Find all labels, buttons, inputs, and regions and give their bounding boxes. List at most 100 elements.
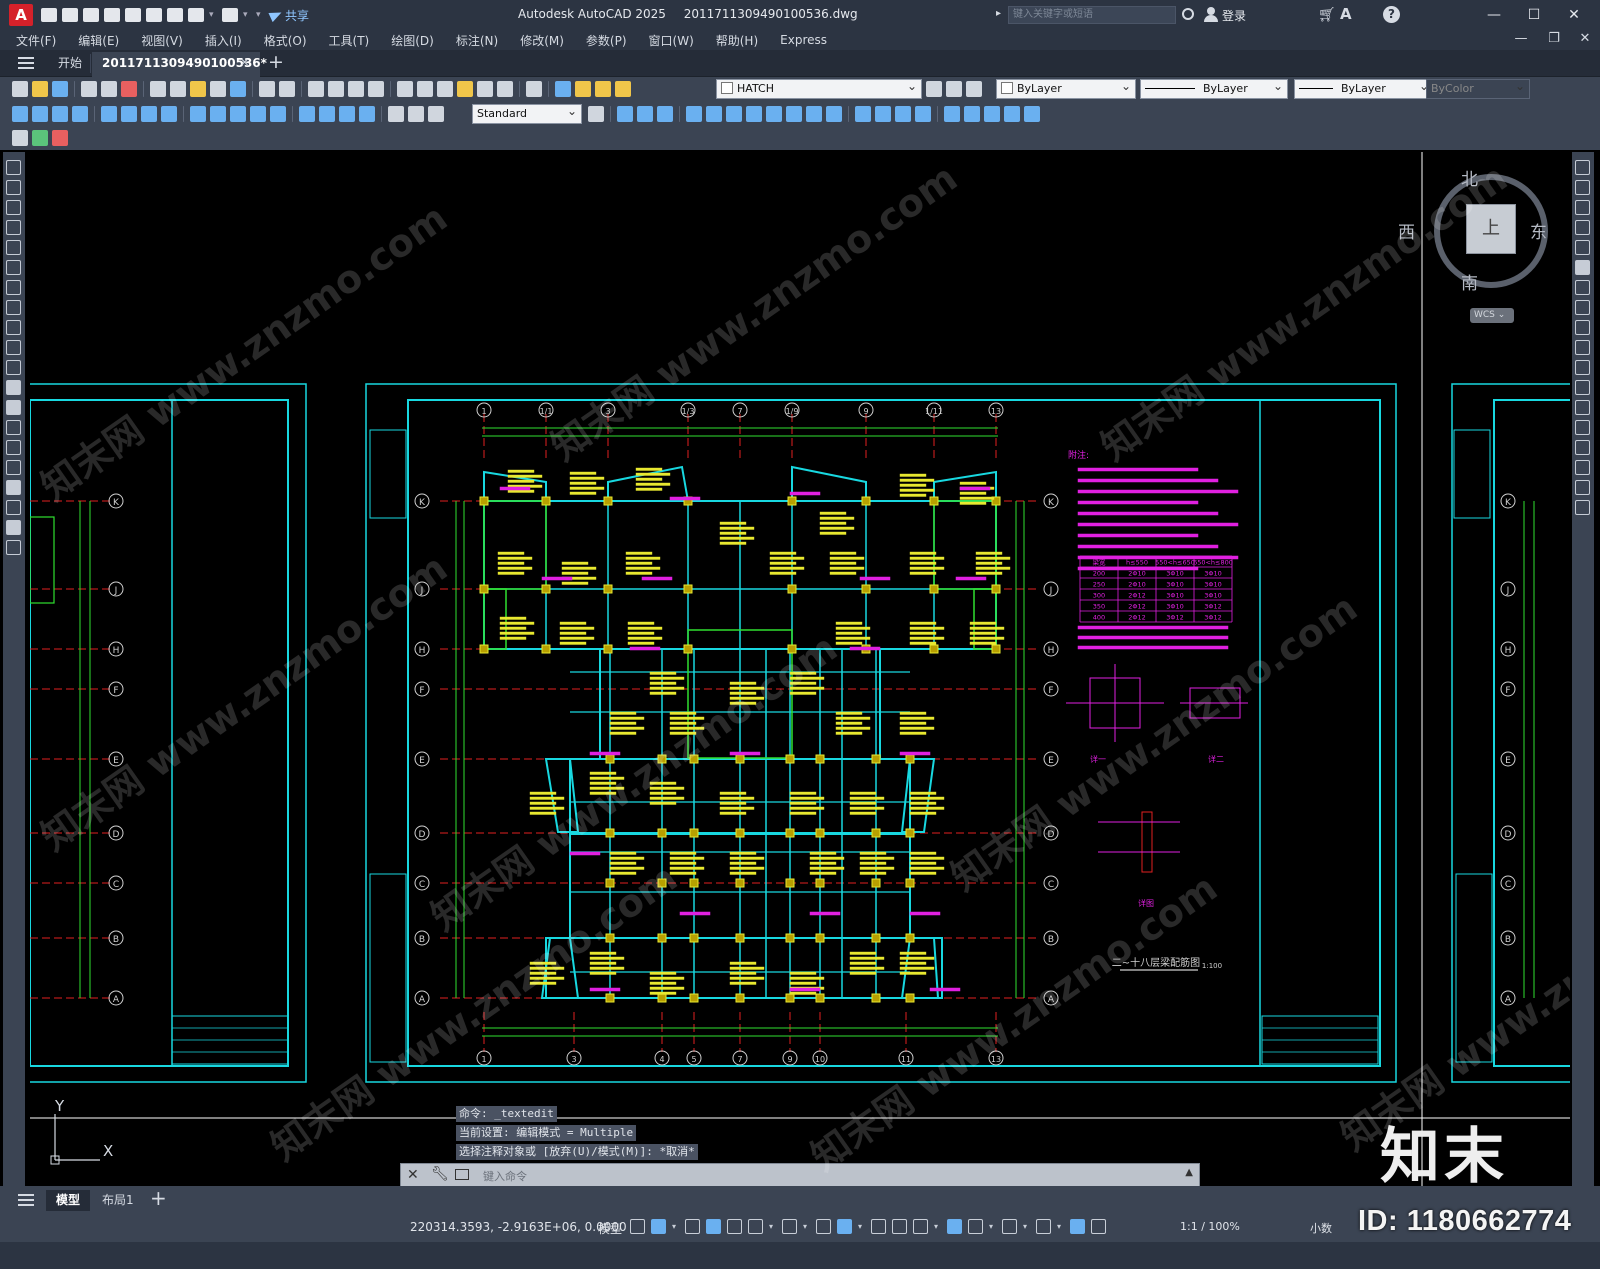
ellipse-icon[interactable] [6,340,21,355]
intersect-icon[interactable] [826,106,842,122]
new-file-icon[interactable] [41,8,57,22]
help-icon[interactable]: ? [1383,6,1400,23]
web-open-icon[interactable] [125,8,141,22]
block-editor-icon[interactable] [230,81,246,97]
color-dropdown[interactable]: ByLayer [996,79,1136,99]
snap-dropdown-icon[interactable]: ▾ [672,1219,679,1234]
new-tab-button[interactable]: + [268,51,284,73]
layer-dropdown[interactable]: HATCH [716,79,922,99]
open-file-icon[interactable] [62,8,78,22]
doc-close-button[interactable]: ✕ [1576,31,1594,46]
dim-style-dropdown[interactable]: Standard [472,104,582,124]
layer-on-icon[interactable] [575,81,591,97]
3d-array-icon[interactable] [915,106,931,122]
linear-dim-icon[interactable] [12,106,28,122]
plot-tool-icon[interactable] [81,81,97,97]
send-to-back-icon[interactable] [32,130,48,146]
autodesk-app-store-icon[interactable]: A [1340,5,1352,23]
match-properties-icon[interactable] [210,81,226,97]
dim-update-icon[interactable] [428,106,444,122]
subtract-icon[interactable] [806,106,822,122]
add-selected-icon[interactable] [6,540,21,555]
extrude-icon[interactable] [686,106,702,122]
continue-dim-icon[interactable] [230,106,246,122]
menu-item[interactable]: 绘图(D) [391,32,434,49]
circle-icon[interactable] [6,280,21,295]
design-center-icon[interactable] [417,81,433,97]
3d-rotate-icon[interactable] [875,106,891,122]
selection-filter-icon[interactable] [1002,1219,1017,1234]
save-tool-icon[interactable] [52,81,68,97]
copy-icon[interactable] [170,81,186,97]
filter-dropdown-icon[interactable]: ▾ [1023,1219,1030,1234]
doc-minimize-button[interactable]: — [1512,31,1530,46]
redo-tool-icon[interactable] [279,81,295,97]
convert-solid-icon[interactable] [984,106,1000,122]
dim-break-icon[interactable] [270,106,286,122]
maximize-button[interactable]: ☐ [1522,4,1546,26]
tab-layout1[interactable]: 布局1 [92,1190,144,1211]
angular-dim-icon[interactable] [161,106,177,122]
make-block-icon[interactable] [6,400,21,415]
viewcube-north[interactable]: 北 [1461,165,1478,190]
blend-curves-icon[interactable] [1575,480,1590,495]
zoom-previous-icon[interactable] [368,81,384,97]
model-space-toggle[interactable]: 模型 [598,1220,622,1237]
object-snap-icon[interactable] [837,1219,852,1234]
undo-icon[interactable] [188,8,204,22]
menu-item[interactable]: Express [780,33,827,47]
snap-mode-icon[interactable] [651,1219,666,1234]
annotation-scale[interactable]: 1:1 / 100% [1180,1220,1240,1233]
point-icon[interactable] [6,420,21,435]
offset-icon[interactable] [1575,220,1590,235]
baseline-dim-icon[interactable] [210,106,226,122]
command-prompt-icon[interactable] [455,1169,469,1180]
drawing-canvas[interactable]: K K K K J J J J H H H H F F F F E E E E D D D D C C C C B B B B A A A A 1 1/1… [30,152,1570,1186]
insert-block-icon[interactable] [6,380,21,395]
mirror-icon[interactable] [1575,200,1590,215]
ucs-dropdown-icon[interactable]: ▾ [989,1219,996,1234]
linetype-dropdown[interactable]: ByLayer [1140,79,1288,99]
layer-properties-icon[interactable] [555,81,571,97]
array-icon[interactable] [1575,240,1590,255]
polar-dropdown-icon[interactable]: ▾ [769,1219,776,1234]
infer-constraints-icon[interactable] [685,1219,700,1234]
hatch-icon[interactable] [6,440,21,455]
ortho-icon[interactable] [727,1219,742,1234]
save-as-icon[interactable] [104,8,120,22]
inspection-icon[interactable] [339,106,355,122]
units-display[interactable]: 小数 [1310,1220,1332,1236]
paste-icon[interactable] [190,81,206,97]
tab-close-icon[interactable]: ✕ [240,56,249,69]
selection-dropdown-icon[interactable]: ▾ [934,1219,941,1234]
layer-freeze-icon[interactable] [595,81,611,97]
join-icon[interactable] [1575,420,1590,435]
grid-icon[interactable] [630,1219,645,1234]
object-snap-tracking-icon[interactable] [816,1219,831,1234]
shell-icon[interactable] [1004,106,1020,122]
help-tool-icon[interactable] [526,81,542,97]
text-to-front-icon[interactable] [52,130,68,146]
line-icon[interactable] [6,160,21,175]
arc-length-icon[interactable] [52,106,68,122]
sweep-icon[interactable] [726,106,742,122]
menu-item[interactable]: 窗口(W) [649,32,694,49]
calculator-icon[interactable] [497,81,513,97]
share-button[interactable]: 共享 [268,7,309,24]
close-button[interactable]: ✕ [1562,4,1586,26]
menu-item[interactable]: 视图(V) [141,32,183,49]
aligned-dim-icon[interactable] [32,106,48,122]
viewcube-south[interactable]: 南 [1461,269,1478,294]
polyline-icon[interactable] [6,200,21,215]
auto-scale-icon[interactable] [1091,1219,1106,1234]
menu-item[interactable]: 参数(P) [586,32,627,49]
region-icon[interactable] [6,480,21,495]
copy-object-icon[interactable] [1575,180,1590,195]
ordinate-dim-icon[interactable] [72,106,88,122]
ellipse-arc-icon[interactable] [6,360,21,375]
wcs-menu-button[interactable]: WCS ⌄ [1470,308,1514,323]
menu-item[interactable]: 文件(F) [16,32,56,49]
menu-item[interactable]: 编辑(E) [78,32,119,49]
command-close-icon[interactable]: ✕ [407,1167,419,1183]
viewcube-east[interactable]: 东 [1530,218,1547,243]
